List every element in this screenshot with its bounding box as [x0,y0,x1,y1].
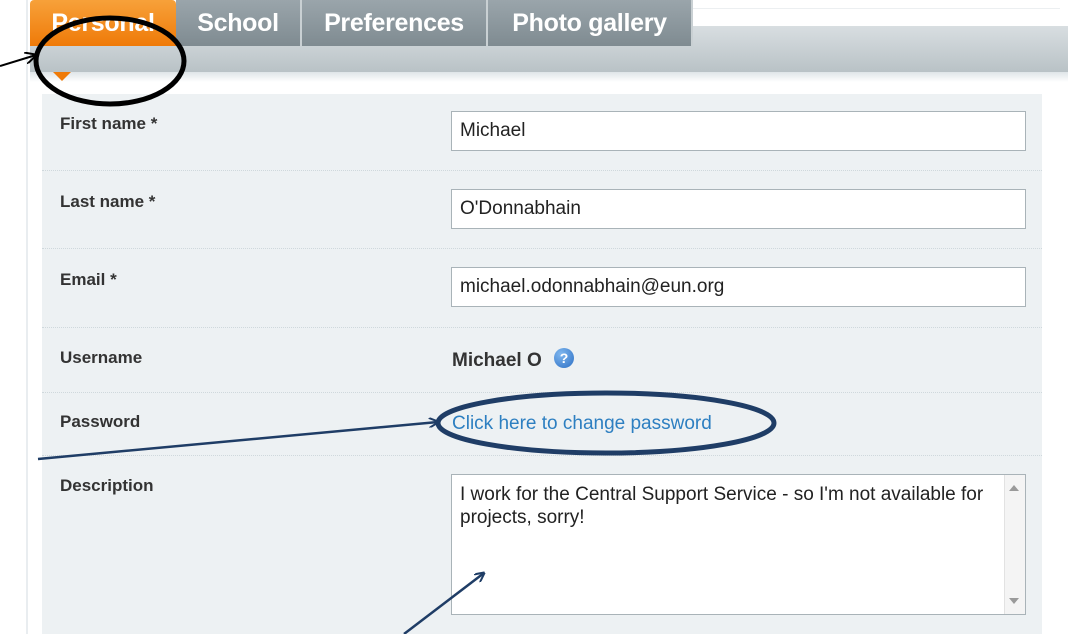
last-name-label: Last name * [60,192,156,211]
row-divider [42,392,1042,393]
email-label: Email * [60,270,117,289]
email-input[interactable]: michael.odonnabhain@eun.org [451,267,1026,307]
page-left-edge [26,0,28,634]
row-divider [42,248,1042,249]
active-tab-pointer [53,72,71,81]
textarea-scrollbar[interactable] [1004,475,1025,614]
personal-form-panel: First name * Michael Last name * O'Donna… [42,94,1042,634]
description-textarea[interactable]: I work for the Central Support Service -… [451,474,1026,615]
description-text: I work for the Central Support Service -… [460,484,984,528]
first-name-input[interactable]: Michael [451,111,1026,151]
row-divider [42,170,1042,171]
last-name-input[interactable]: O'Donnabhain [451,189,1026,229]
username-label: Username [60,348,143,367]
password-label: Password [60,412,141,431]
username-value: Michael O [452,350,542,371]
row-divider [42,327,1042,328]
scroll-down-icon[interactable] [1009,598,1019,604]
first-name-label: First name * [60,114,158,133]
scroll-up-icon[interactable] [1009,485,1019,491]
question-icon[interactable]: ? [554,348,574,368]
tab-photo-gallery[interactable]: Photo gallery [488,0,693,46]
tab-personal[interactable]: Personal [30,0,176,46]
description-label: Description [60,476,154,495]
row-divider [42,455,1042,456]
tab-bar-shadow [30,72,1068,82]
tab-school[interactable]: School [176,0,302,46]
tab-preferences[interactable]: Preferences [302,0,488,46]
change-password-link[interactable]: Click here to change password [452,413,712,435]
